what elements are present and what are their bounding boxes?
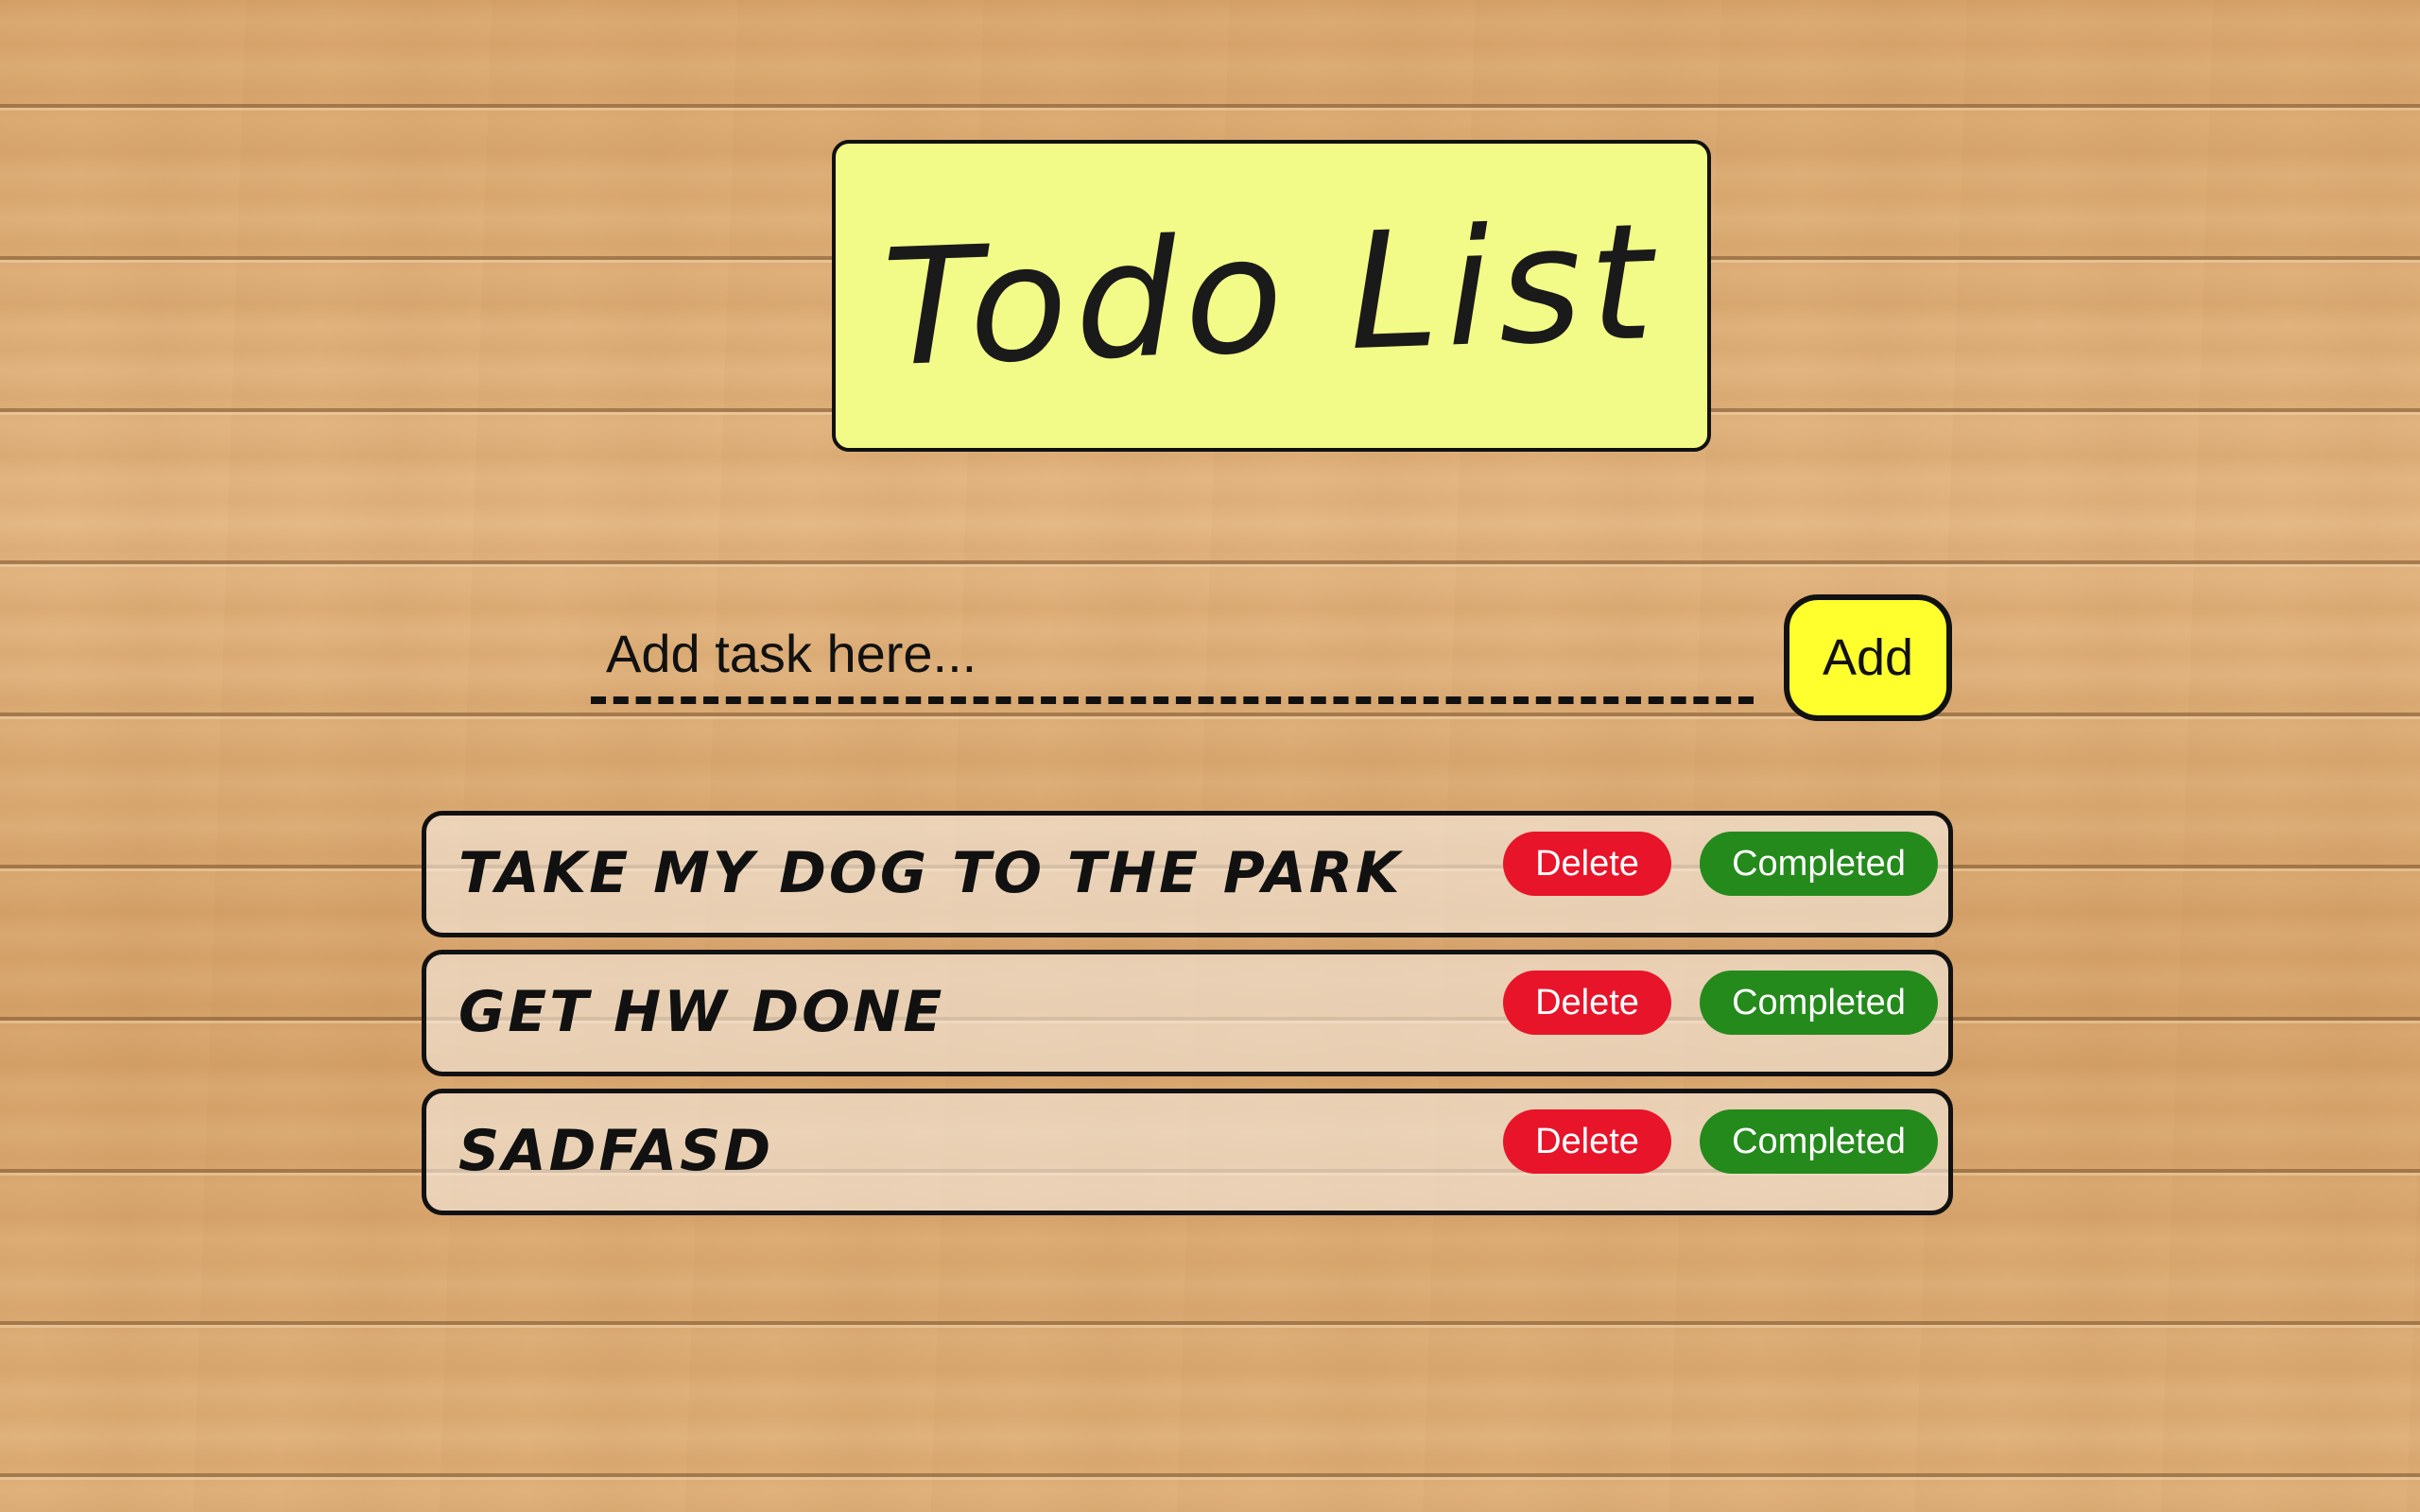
task-input[interactable] (591, 610, 1754, 704)
completed-button[interactable]: Completed (1700, 971, 1938, 1035)
task-item: sadfasd Delete Completed (422, 1089, 1953, 1215)
completed-button[interactable]: Completed (1700, 1109, 1938, 1174)
completed-button[interactable]: Completed (1700, 832, 1938, 896)
task-item: Take my dog to the park Delete Completed (422, 811, 1953, 937)
task-list: Take my dog to the park Delete Completed… (422, 811, 1953, 1228)
task-label: Get HW done (458, 979, 945, 1045)
delete-button[interactable]: Delete (1503, 1109, 1671, 1174)
delete-button[interactable]: Delete (1503, 971, 1671, 1035)
page-title: Todo List (879, 188, 1664, 404)
add-button[interactable]: Add (1784, 594, 1952, 721)
task-item: Get HW done Delete Completed (422, 950, 1953, 1076)
task-label: sadfasd (458, 1118, 774, 1184)
add-task-form: Add (591, 591, 1952, 723)
task-label: Take my dog to the park (458, 840, 1403, 906)
delete-button[interactable]: Delete (1503, 832, 1671, 896)
title-card: Todo List (832, 140, 1711, 452)
